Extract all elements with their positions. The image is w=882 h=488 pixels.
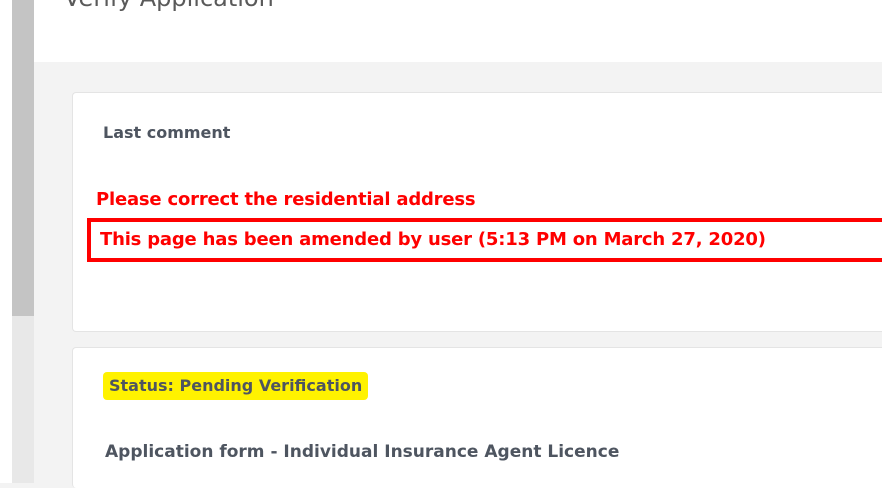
amendment-note: This page has been amended by user (5:13… xyxy=(100,229,766,250)
status-badge: Status: Pending Verification xyxy=(103,372,369,400)
amendment-highlight-box: This page has been amended by user (5:13… xyxy=(87,218,882,262)
application-status-card: Status: Pending Verification Application… xyxy=(72,347,882,488)
application-form-title: Application form - Individual Insurance … xyxy=(105,442,620,462)
page-title: Verify Application xyxy=(64,0,274,12)
left-gutter xyxy=(0,0,12,483)
vertical-scrollbar[interactable] xyxy=(12,0,34,483)
page-header: Verify Application xyxy=(34,0,882,62)
comment-text: Please correct the residential address xyxy=(96,189,476,210)
scrollbar-thumb[interactable] xyxy=(12,0,34,316)
last-comment-heading: Last comment xyxy=(103,123,231,142)
last-comment-card: Last comment Please correct the resident… xyxy=(72,92,882,332)
